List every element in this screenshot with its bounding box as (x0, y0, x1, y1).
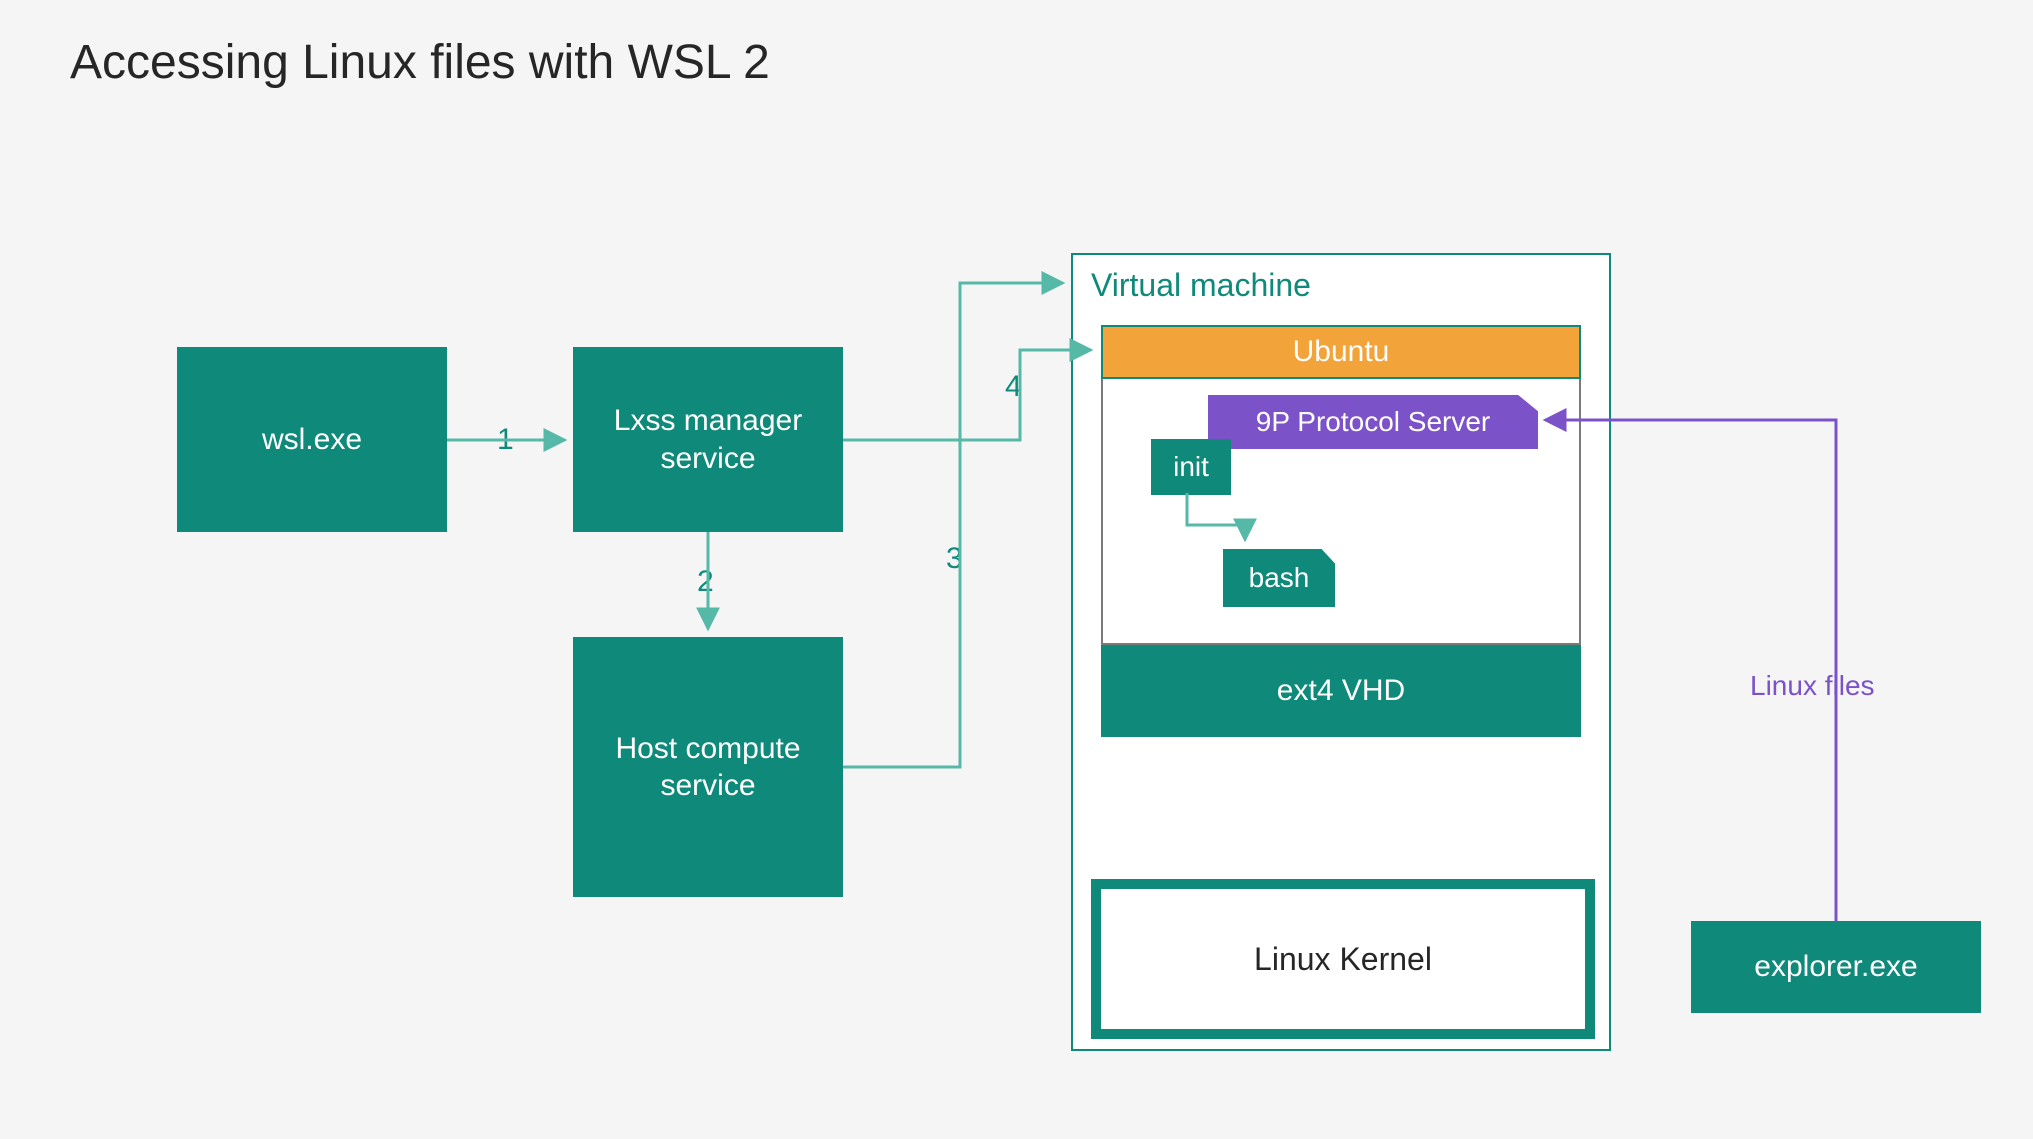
node-explorer-exe: explorer.exe (1691, 921, 1981, 1013)
node-bash: bash (1223, 549, 1335, 607)
page-title: Accessing Linux files with WSL 2 (70, 35, 770, 90)
node-linux-kernel: Linux Kernel (1091, 879, 1595, 1039)
diagram-canvas: Accessing Linux files with WSL 2 wsl.exe… (0, 0, 2033, 1139)
edge-label-linux-files: Linux files (1750, 670, 1875, 702)
node-init: init (1151, 439, 1231, 495)
edge-label-4: 4 (1005, 370, 1022, 404)
distro-body: 9P Protocol Server init bash (1101, 379, 1581, 645)
node-ext4-vhd: ext4 VHD (1101, 645, 1581, 737)
vm-container: Virtual machine Ubuntu 9P Protocol Serve… (1071, 253, 1611, 1051)
edge-3 (843, 283, 1063, 767)
edge-4 (843, 350, 1091, 440)
edge-label-2: 2 (697, 565, 714, 599)
node-host-compute-service: Host compute service (573, 637, 843, 897)
node-9p-protocol-server: 9P Protocol Server (1208, 395, 1538, 449)
distro-header-ubuntu: Ubuntu (1101, 325, 1581, 379)
node-wsl-exe: wsl.exe (177, 347, 447, 532)
node-lxss-manager: Lxss manager service (573, 347, 843, 532)
edge-label-1: 1 (497, 423, 514, 457)
edge-label-3: 3 (946, 542, 963, 576)
vm-title: Virtual machine (1091, 267, 1311, 304)
